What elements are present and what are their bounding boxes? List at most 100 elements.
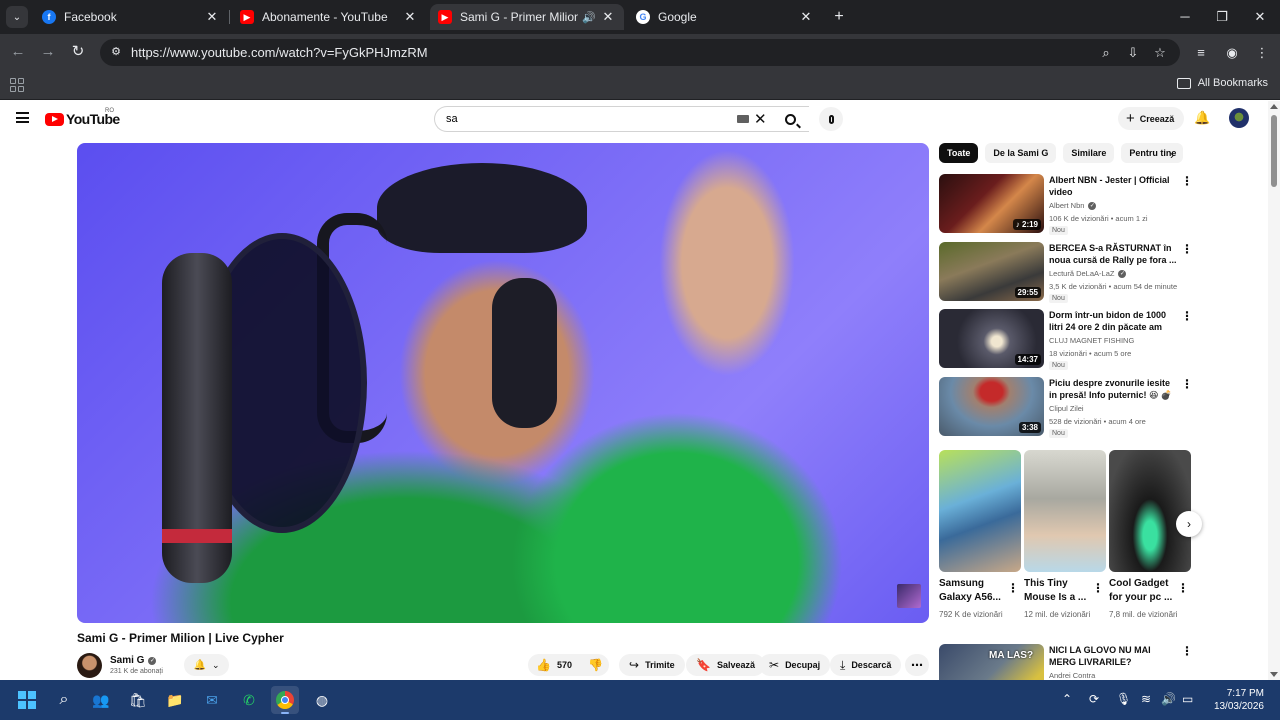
account-avatar[interactable] bbox=[1229, 108, 1249, 128]
short-item[interactable]: This Tiny Mouse Is a ... 12 mil. de vizi… bbox=[1024, 450, 1106, 619]
all-bookmarks-button[interactable]: All Bookmarks bbox=[1176, 77, 1268, 89]
apps-grid-icon[interactable] bbox=[10, 78, 24, 92]
clear-search-icon[interactable]: ✕ bbox=[754, 110, 767, 128]
youtube-logo[interactable]: YouTube RO bbox=[45, 108, 120, 127]
zoom-search-icon[interactable]: ⌕ bbox=[1098, 45, 1114, 61]
more-options-icon[interactable]: ⋮ bbox=[1181, 644, 1193, 658]
volume-icon[interactable]: 🔊 bbox=[1161, 692, 1176, 706]
rec-title[interactable]: Dorm într-un bidon de 1000 litri 24 ore … bbox=[1049, 309, 1179, 333]
battery-icon[interactable]: ▭ bbox=[1182, 692, 1193, 706]
maximize-icon[interactable]: ❐ bbox=[1212, 8, 1232, 26]
tab-sami-g[interactable]: ▶ Sami G - Primer Milion | Live Cypher 🔊… bbox=[430, 4, 624, 30]
rec-channel[interactable]: Albert Nbn ✓ bbox=[1049, 201, 1097, 210]
rec-channel[interactable]: Lectură DeLaA-LaZ ✓ bbox=[1049, 269, 1127, 278]
new-tab-plus-icon[interactable]: + bbox=[830, 8, 848, 26]
scrollbar-thumb[interactable] bbox=[1271, 115, 1277, 187]
close-tab-icon[interactable]: ✕ bbox=[204, 9, 220, 25]
video-thumbnail[interactable]: 14:37 bbox=[939, 309, 1044, 368]
short-title[interactable]: Samsung Galaxy A56... bbox=[939, 577, 1007, 605]
rec-title[interactable]: Albert NBN - Jester | Official video bbox=[1049, 174, 1179, 198]
profile-icon[interactable]: ◉ bbox=[1223, 44, 1241, 62]
rec-channel[interactable]: CLUJ MAGNET FISHING bbox=[1049, 336, 1134, 345]
page-scrollbar[interactable] bbox=[1268, 101, 1280, 680]
url-text[interactable]: https://www.youtube.com/watch?v=FyGkPHJm… bbox=[131, 45, 428, 60]
recommended-video[interactable]: ♪ 2:19 Albert NBN - Jester | Official vi… bbox=[939, 174, 1195, 235]
short-title[interactable]: Cool Gadget for your pc ... bbox=[1109, 577, 1177, 605]
tab-search-chevron-icon[interactable]: ⌄ bbox=[6, 6, 28, 28]
create-button[interactable]: + Creează bbox=[1118, 107, 1185, 130]
short-title[interactable]: This Tiny Mouse Is a ... bbox=[1024, 577, 1092, 605]
chevron-up-icon[interactable]: ⌃ bbox=[1062, 692, 1072, 706]
notifications-bell-icon[interactable]: 🔔 bbox=[1194, 110, 1210, 127]
dislike-thumb-icon[interactable]: 👎 bbox=[588, 658, 603, 672]
microphone-icon[interactable]: 🎙 bbox=[1116, 692, 1131, 706]
address-bar[interactable]: ⚙ https://www.youtube.com/watch?v=FyGkPH… bbox=[100, 39, 1180, 66]
channel-watermark[interactable] bbox=[897, 584, 921, 608]
voice-search-button[interactable] bbox=[819, 107, 843, 131]
channel-name[interactable]: Sami G ✓ bbox=[110, 655, 157, 666]
microsoft-store-icon[interactable]: 🛍 bbox=[124, 686, 152, 714]
search-icon[interactable]: ⌕ bbox=[50, 686, 78, 714]
file-explorer-icon[interactable]: 📁 bbox=[161, 686, 189, 714]
window-close-icon[interactable]: ✕ bbox=[1250, 8, 1270, 26]
clip-button[interactable]: ✂ Decupaj bbox=[759, 654, 831, 676]
rec-title[interactable]: Piciu despre zvonurile iesite in presă! … bbox=[1049, 377, 1179, 401]
search-box[interactable]: ✕ bbox=[434, 106, 809, 132]
save-button[interactable]: 🔖 Salvează bbox=[686, 654, 765, 676]
more-options-icon[interactable]: ⋮ bbox=[1181, 309, 1193, 323]
search-input[interactable] bbox=[446, 111, 726, 127]
more-options-icon[interactable]: ⋮ bbox=[1181, 242, 1193, 256]
wifi-icon[interactable]: ≋ bbox=[1141, 692, 1151, 706]
minimize-icon[interactable]: ─ bbox=[1175, 8, 1195, 26]
short-thumbnail[interactable] bbox=[1109, 450, 1191, 572]
recommended-video[interactable]: 14:37 Dorm într-un bidon de 1000 litri 2… bbox=[939, 309, 1195, 370]
more-options-icon[interactable]: ⋮ bbox=[1007, 581, 1019, 595]
close-tab-icon[interactable]: ✕ bbox=[798, 9, 814, 25]
chip-toate[interactable]: Toate bbox=[939, 143, 979, 163]
more-actions-icon[interactable]: ⋯ bbox=[905, 654, 929, 676]
download-button[interactable]: ⤓ Descarcă bbox=[830, 654, 902, 676]
more-options-icon[interactable]: ⋮ bbox=[1092, 581, 1104, 595]
mail-icon[interactable]: ✉ bbox=[198, 686, 226, 714]
share-button[interactable]: ↪ Trimite bbox=[619, 654, 685, 676]
reload-icon[interactable]: ↻ bbox=[68, 42, 88, 62]
short-thumbnail[interactable] bbox=[1024, 450, 1106, 572]
recommended-video[interactable]: 29:55 BERCEA S-a RĂSTURNAT în noua cursă… bbox=[939, 242, 1195, 303]
more-options-icon[interactable]: ⋮ bbox=[1177, 581, 1189, 595]
like-count[interactable]: 570 bbox=[557, 660, 572, 670]
rec-channel[interactable]: Andrei Contra bbox=[1049, 671, 1095, 680]
back-arrow-icon[interactable]: ← bbox=[8, 42, 28, 62]
chip-de-la-sami-g[interactable]: De la Sami G bbox=[985, 143, 1057, 163]
close-tab-icon[interactable]: ✕ bbox=[600, 9, 616, 25]
tab-google[interactable]: G Google ✕ bbox=[628, 4, 822, 30]
rec-title[interactable]: BERCEA S-a RĂSTURNAT în noua cursă de Ra… bbox=[1049, 242, 1179, 266]
close-tab-icon[interactable]: ✕ bbox=[402, 9, 418, 25]
whatsapp-icon[interactable]: ✆ bbox=[235, 686, 263, 714]
bookmark-star-icon[interactable]: ☆ bbox=[1152, 45, 1168, 61]
video-player[interactable] bbox=[77, 143, 929, 623]
install-app-icon[interactable]: ⇩ bbox=[1125, 45, 1141, 61]
video-thumbnail[interactable]: MA LAS? bbox=[939, 644, 1044, 680]
sync-icon[interactable]: ⟳ bbox=[1089, 692, 1099, 706]
scroll-up-icon[interactable] bbox=[1270, 104, 1278, 109]
chevron-right-icon[interactable]: › bbox=[1170, 148, 1174, 162]
chip-pentru-tine[interactable]: Pentru tine bbox=[1121, 143, 1184, 163]
chrome-icon[interactable] bbox=[271, 686, 299, 714]
rec-channel[interactable]: Clipul Zilei bbox=[1049, 404, 1084, 413]
obs-icon[interactable]: ◍ bbox=[308, 686, 336, 714]
like-thumb-icon[interactable]: 👍 bbox=[536, 658, 551, 672]
keyboard-icon[interactable] bbox=[737, 115, 749, 123]
system-clock[interactable]: 7:17 PM 13/03/2026 bbox=[1208, 687, 1264, 713]
more-options-icon[interactable]: ⋮ bbox=[1181, 174, 1193, 188]
subscription-bell-button[interactable]: 🔔 ⌄ bbox=[184, 654, 229, 676]
more-options-icon[interactable]: ⋮ bbox=[1181, 377, 1193, 391]
site-settings-icon[interactable]: ⚙ bbox=[108, 44, 124, 60]
channel-avatar[interactable] bbox=[77, 653, 102, 678]
forward-arrow-icon[interactable]: → bbox=[38, 42, 58, 62]
start-button[interactable] bbox=[13, 686, 41, 714]
speaker-icon[interactable]: 🔊 bbox=[582, 11, 596, 24]
rec-title[interactable]: NICI LA GLOVO NU MAI MERG LIVRARILE? bbox=[1049, 644, 1179, 668]
tab-abonamente[interactable]: ▶ Abonamente - YouTube ✕ bbox=[232, 4, 426, 30]
teams-icon[interactable]: 👥 bbox=[87, 686, 115, 714]
recommended-video[interactable]: 3:38 Piciu despre zvonurile iesite in pr… bbox=[939, 377, 1195, 438]
